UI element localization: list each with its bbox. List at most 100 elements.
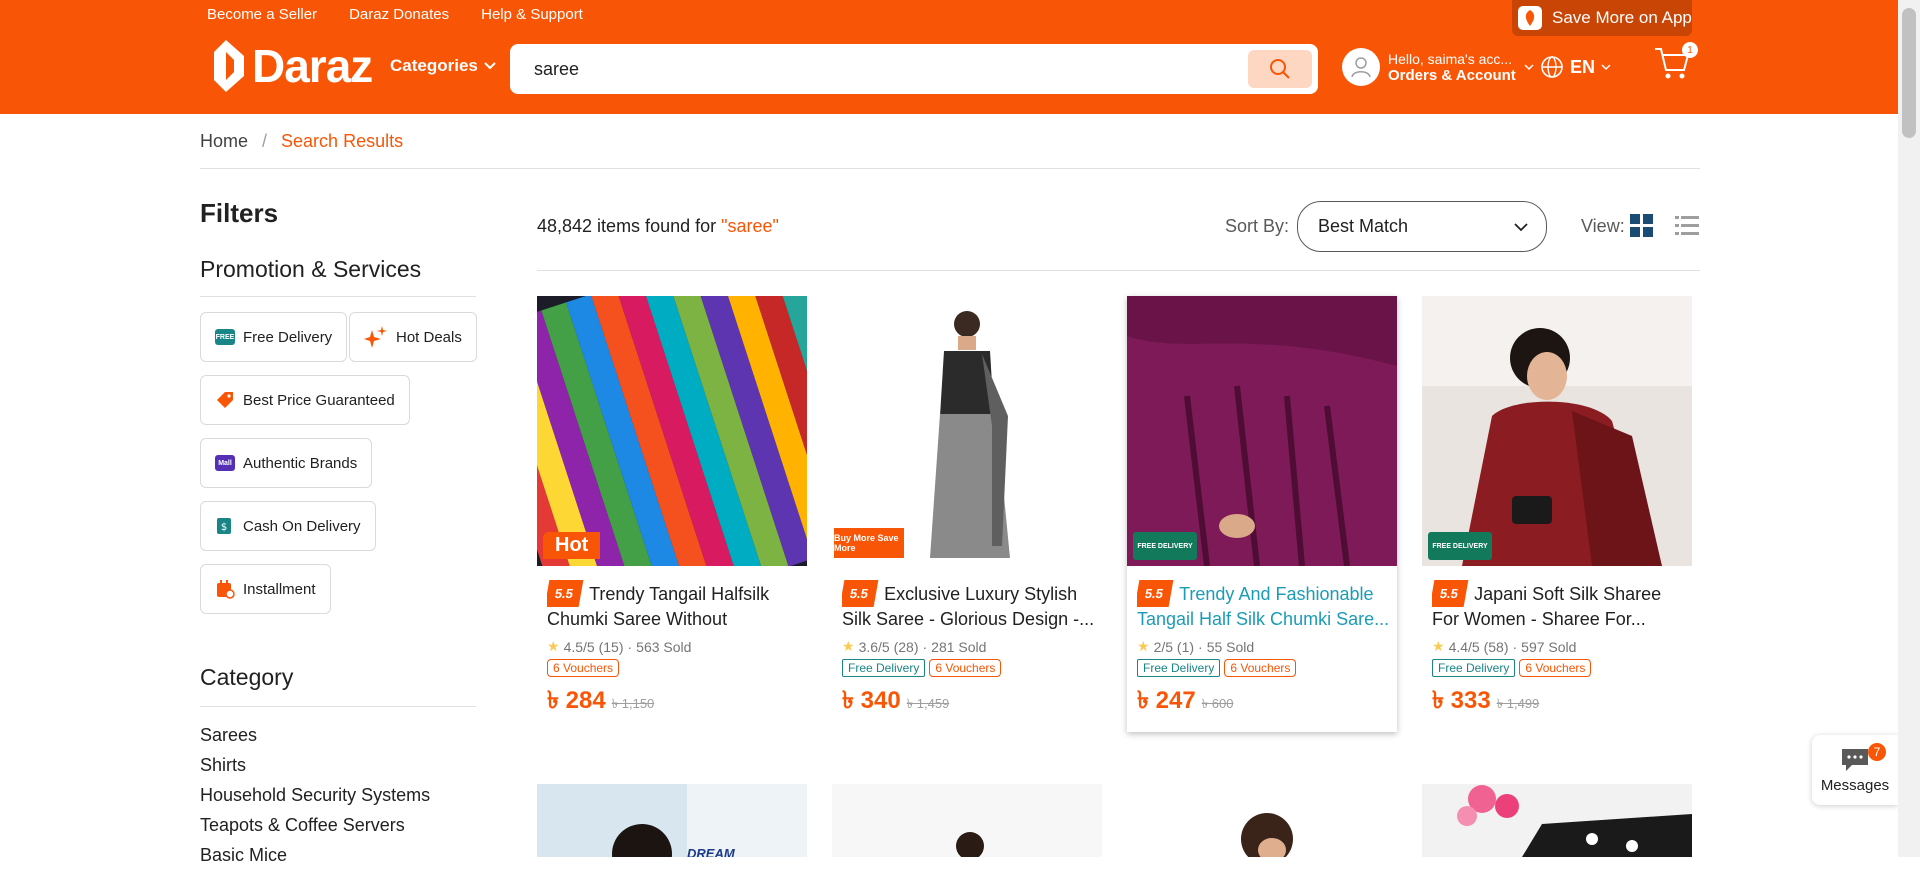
sort-dropdown[interactable]: Best Match xyxy=(1297,201,1547,252)
chevron-down-icon xyxy=(1601,63,1611,70)
product-card[interactable] xyxy=(1127,784,1397,857)
account-menu[interactable]: Hello, saima's acc... Orders & Account xyxy=(1342,48,1534,86)
scrollbar-thumb[interactable] xyxy=(1902,8,1916,138)
filter-label: Free Delivery xyxy=(243,328,333,346)
product-card[interactable]: Hot 5.5 Trendy Tangail Halfsilk Chumki Sa… xyxy=(537,296,807,732)
category-item-sarees[interactable]: Sarees xyxy=(200,720,430,750)
filter-cash-on-delivery[interactable]: $ Cash On Delivery xyxy=(200,501,376,551)
product-image[interactable]: FREE DELIVERY xyxy=(1422,296,1692,566)
page-scrollbar[interactable] xyxy=(1898,0,1920,857)
results-query: "saree" xyxy=(721,216,779,236)
original-price: ৳ 1,459 xyxy=(906,696,950,711)
daraz-donates-link[interactable]: Daraz Donates xyxy=(349,6,449,23)
cash-icon: $ xyxy=(217,518,231,534)
voucher-badge: 6 Vouchers xyxy=(547,659,620,677)
product-badges: Free Delivery 6 Vouchers xyxy=(842,659,1002,677)
product-card[interactable] xyxy=(1422,784,1692,857)
list-view-icon[interactable] xyxy=(1675,214,1699,238)
daraz-logo-text: Daraz xyxy=(252,40,373,92)
filter-label: Best Price Guaranteed xyxy=(243,391,395,409)
daraz-logo[interactable]: Daraz xyxy=(212,38,373,94)
grid-view-icon[interactable] xyxy=(1630,214,1654,238)
product-card[interactable] xyxy=(832,784,1102,857)
voucher-badge: 6 Vouchers xyxy=(929,659,1002,677)
search-button[interactable] xyxy=(1248,50,1312,88)
language-selector[interactable]: EN xyxy=(1540,55,1611,79)
product-title[interactable]: 5.5 Trendy Tangail Halfsilk Chumki Saree … xyxy=(547,580,801,630)
category-item-shirts[interactable]: Shirts xyxy=(200,750,430,780)
product-image[interactable]: Buy More Save More xyxy=(832,296,1102,566)
product-image[interactable]: FREE DELIVERY xyxy=(1127,296,1397,566)
product-rating: ★ 3.6/5 (28) · 281 Sold xyxy=(842,638,986,655)
breadcrumb-home[interactable]: Home xyxy=(200,131,248,152)
divider xyxy=(200,706,476,707)
dream-treasure-text: DREAM TREASURE xyxy=(687,846,735,857)
product-price: ৳ 247 ৳ 600 xyxy=(1137,682,1233,722)
cart-count-badge: 1 xyxy=(1682,42,1698,58)
current-price: ৳ 247 xyxy=(1137,687,1196,714)
product-rating: ★ 2/5 (1) · 55 Sold xyxy=(1137,638,1254,655)
product-image[interactable]: Hot xyxy=(537,296,807,566)
price-tag-icon xyxy=(217,392,233,408)
filter-label: Hot Deals xyxy=(396,328,462,346)
messages-count-badge: 7 xyxy=(1868,743,1886,761)
calendar-icon xyxy=(217,580,235,599)
sold-count: 281 Sold xyxy=(931,638,987,655)
search-input[interactable] xyxy=(534,58,1234,80)
sale-5-5-badge: 5.5 xyxy=(1432,580,1469,607)
product-title[interactable]: 5.5 Japani Soft Silk Sharee For Women - S… xyxy=(1432,580,1686,630)
account-label: Orders & Account xyxy=(1388,66,1516,84)
results-count-text: 48,842 items found for xyxy=(537,216,722,236)
filter-hot-deals[interactable]: Hot Deals xyxy=(349,312,477,362)
free-delivery-image-badge: FREE DELIVERY xyxy=(1428,532,1492,560)
language-label: EN xyxy=(1570,56,1596,77)
sparkle-icon xyxy=(364,326,387,348)
messages-widget[interactable]: Messages 7 xyxy=(1812,735,1898,805)
category-item-teapots[interactable]: Teapots & Coffee Servers xyxy=(200,810,430,840)
rating-value: 4.5/5 (15) xyxy=(563,638,624,655)
save-more-on-app-button[interactable]: Save More on App xyxy=(1512,0,1692,36)
category-list: Sarees Shirts Household Security Systems… xyxy=(200,720,430,870)
product-card[interactable]: FREE DELIVERY 5.5 Japani Soft Silk Sharee… xyxy=(1422,296,1692,732)
chat-icon xyxy=(1842,748,1868,771)
product-image[interactable] xyxy=(1422,784,1692,857)
divider xyxy=(200,168,1700,169)
user-avatar-icon xyxy=(1342,48,1380,86)
product-price: ৳ 284 ৳ 1,150 xyxy=(547,682,654,722)
product-card[interactable]: FREE DELIVERY 5.5 Trendy And Fashionable … xyxy=(1127,296,1397,732)
filter-label: Installment xyxy=(243,580,316,598)
free-delivery-image-badge: FREE DELIVERY xyxy=(1133,532,1197,560)
chevron-down-icon xyxy=(484,62,496,70)
product-price: ৳ 333 ৳ 1,499 xyxy=(1432,682,1539,722)
product-card[interactable]: DREAM TREASURE xyxy=(537,784,807,857)
product-image[interactable] xyxy=(832,784,1102,857)
filter-free-delivery[interactable]: FREE Free Delivery xyxy=(200,312,348,362)
filter-authentic-brands[interactable]: Mall Authentic Brands xyxy=(200,438,373,488)
divider xyxy=(200,296,476,297)
dot-separator: · xyxy=(1198,638,1203,655)
cart-button[interactable]: 1 xyxy=(1654,42,1698,85)
product-title-text: Exclusive Luxury Stylish Silk Saree - Gl… xyxy=(842,584,1095,629)
globe-icon xyxy=(1541,56,1563,78)
category-item-mice[interactable]: Basic Mice xyxy=(200,840,430,870)
messages-label: Messages xyxy=(1820,776,1890,794)
sort-label: Sort By: xyxy=(1225,216,1290,236)
product-title[interactable]: 5.5 Exclusive Luxury Stylish Silk Saree -… xyxy=(842,580,1096,630)
categories-menu[interactable]: Categories xyxy=(390,56,496,76)
sale-5-5-badge: 5.5 xyxy=(842,580,879,607)
view-label: View: xyxy=(1581,216,1625,236)
filter-installment[interactable]: Installment xyxy=(200,564,331,614)
free-delivery-badge: Free Delivery xyxy=(1432,659,1516,677)
free-delivery-badge: Free Delivery xyxy=(1137,659,1221,677)
product-title-text: Trendy And Fashionable Tangail Half Silk… xyxy=(1137,584,1390,629)
product-card[interactable]: Buy More Save More 5.5 Exclusive Luxury S… xyxy=(832,296,1102,732)
product-title[interactable]: 5.5 Trendy And Fashionable Tangail Half S… xyxy=(1137,580,1391,630)
become-seller-link[interactable]: Become a Seller xyxy=(207,6,317,23)
results-count: 48,842 items found for "saree" xyxy=(537,216,779,237)
filter-best-price[interactable]: Best Price Guaranteed xyxy=(200,375,410,425)
category-item-security[interactable]: Household Security Systems xyxy=(200,780,430,810)
product-badges: Free Delivery 6 Vouchers xyxy=(1432,659,1592,677)
product-image[interactable] xyxy=(1127,784,1397,857)
daraz-logo-icon xyxy=(214,40,244,92)
help-support-link[interactable]: Help & Support xyxy=(481,6,583,23)
